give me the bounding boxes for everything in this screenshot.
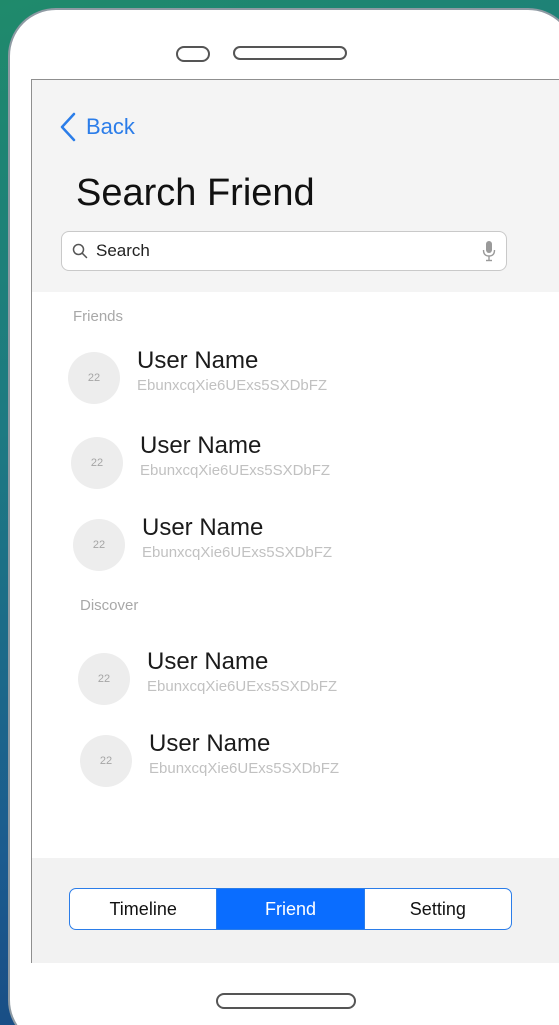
avatar: 22 bbox=[80, 735, 132, 787]
list-item-discover[interactable]: 22 User Name EbunxcqXie6UExs5SXDbFZ bbox=[80, 730, 340, 787]
list-item-discover[interactable]: 22 User Name EbunxcqXie6UExs5SXDbFZ bbox=[78, 648, 338, 705]
home-button[interactable] bbox=[216, 993, 356, 1009]
segmented-control: Timeline Friend Setting bbox=[69, 888, 512, 930]
user-id: EbunxcqXie6UExs5SXDbFZ bbox=[147, 678, 338, 695]
user-name: User Name bbox=[149, 730, 271, 757]
list-item-friend[interactable]: 22 User Name EbunxcqXie6UExs5SXDbFZ bbox=[68, 347, 328, 404]
microphone-icon[interactable] bbox=[482, 240, 496, 262]
tab-setting[interactable]: Setting bbox=[363, 889, 511, 929]
tab-timeline[interactable]: Timeline bbox=[70, 889, 216, 929]
results-list: Friends 22 User Name EbunxcqXie6UExs5SXD… bbox=[32, 292, 559, 858]
avatar: 22 bbox=[73, 519, 125, 571]
avatar: 22 bbox=[71, 437, 123, 489]
search-icon bbox=[72, 243, 88, 259]
tab-friend[interactable]: Friend bbox=[216, 889, 364, 929]
user-id: EbunxcqXie6UExs5SXDbFZ bbox=[149, 760, 340, 777]
section-label-discover: Discover bbox=[80, 597, 139, 614]
bottom-tab-bar: Timeline Friend Setting bbox=[32, 858, 559, 963]
chevron-left-icon bbox=[60, 112, 76, 142]
list-item-friend[interactable]: 22 User Name EbunxcqXie6UExs5SXDbFZ bbox=[73, 514, 333, 571]
user-name: User Name bbox=[137, 347, 259, 374]
app-screen: Back Search Friend Friends 22 User Name … bbox=[31, 79, 559, 963]
user-id: EbunxcqXie6UExs5SXDbFZ bbox=[140, 462, 331, 479]
list-item-friend[interactable]: 22 User Name EbunxcqXie6UExs5SXDbFZ bbox=[71, 432, 331, 489]
back-button[interactable]: Back bbox=[60, 112, 135, 142]
user-name: User Name bbox=[147, 648, 269, 675]
avatar: 22 bbox=[78, 653, 130, 705]
search-input[interactable] bbox=[94, 240, 482, 262]
user-name: User Name bbox=[140, 432, 262, 459]
search-bar[interactable] bbox=[61, 231, 507, 271]
page-title: Search Friend bbox=[76, 172, 315, 214]
user-id: EbunxcqXie6UExs5SXDbFZ bbox=[142, 544, 333, 561]
back-label: Back bbox=[86, 114, 135, 139]
earpiece-speaker bbox=[233, 46, 347, 60]
section-label-friends: Friends bbox=[73, 308, 124, 325]
camera-sensor bbox=[176, 46, 210, 62]
avatar: 22 bbox=[68, 352, 120, 404]
user-name: User Name bbox=[142, 514, 264, 541]
user-id: EbunxcqXie6UExs5SXDbFZ bbox=[137, 377, 328, 394]
